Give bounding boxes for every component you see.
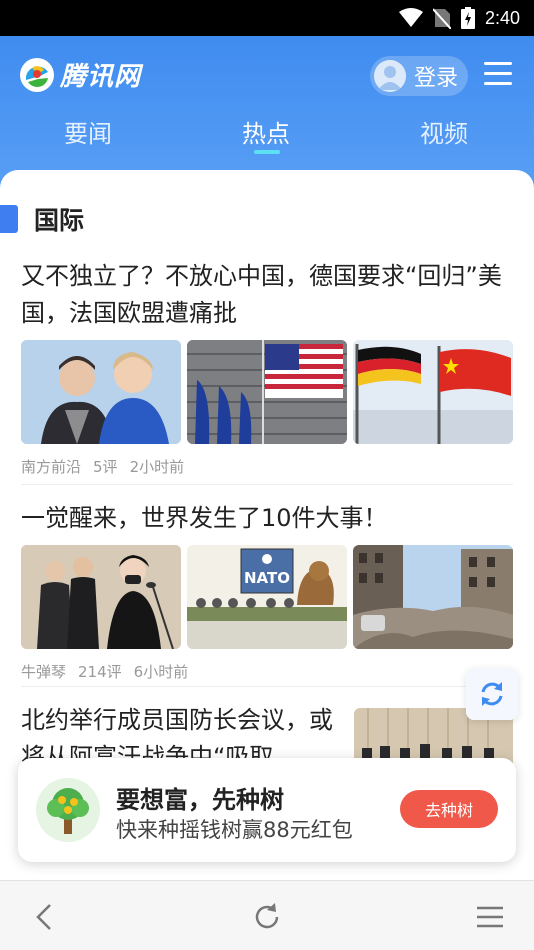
news-comments: 214评 <box>78 663 122 681</box>
news-title[interactable]: 又不独立了？不放心中国，德国要求“回归”美国，法国欧盟遭痛批 <box>21 258 513 332</box>
wifi-icon <box>398 8 423 27</box>
back-icon[interactable] <box>28 899 64 935</box>
divider <box>21 484 513 485</box>
section-title: 国际 <box>34 206 85 235</box>
refresh-icon <box>481 682 503 706</box>
news-thumbnails <box>21 340 513 444</box>
news-image-flags-de-cn <box>353 340 513 444</box>
feed-refresh-button[interactable] <box>466 668 518 720</box>
news-source: 南方前沿 <box>21 458 82 476</box>
reload-icon[interactable] <box>249 899 285 935</box>
bottom-nav-bar <box>0 880 534 950</box>
news-image-ceremony <box>21 545 181 649</box>
tencent-logo-icon <box>20 57 54 92</box>
tab-shipin[interactable]: 视频 <box>420 114 468 149</box>
user-avatar-icon <box>374 60 406 92</box>
news-time: 2小时前 <box>129 458 185 476</box>
nato-sign-text: NATO <box>244 569 290 587</box>
promo-banner[interactable]: 要想富，先种树 快来种摇钱树赢88元红包 去种树 <box>18 758 516 862</box>
news-image-flags-eu <box>187 340 347 444</box>
logo[interactable]: 腾讯网 <box>20 56 141 93</box>
news-time: 6小时前 <box>133 663 189 681</box>
news-meta: 南方前沿 5评 2小时前 <box>21 456 513 477</box>
logo-text: 腾讯网 <box>60 62 142 92</box>
news-image-ruins <box>353 545 513 649</box>
section-marker <box>0 205 18 233</box>
tab-redian[interactable]: 热点 <box>242 114 290 149</box>
divider <box>21 686 513 687</box>
status-icons: 2:40 <box>398 6 520 30</box>
tab-yaowen[interactable]: 要闻 <box>64 114 112 149</box>
no-sim-icon <box>432 8 451 29</box>
news-title[interactable]: 一觉醒来，世界发生了10件大事！ <box>21 500 513 537</box>
login-button[interactable]: 登录 <box>370 56 468 96</box>
money-tree-icon <box>36 778 100 842</box>
news-thumbnails: NATO <box>21 545 513 649</box>
active-tab-indicator <box>254 150 280 154</box>
menu-icon[interactable] <box>482 60 514 88</box>
browser-menu-icon[interactable] <box>472 899 508 935</box>
promo-title: 要想富，先种树 <box>116 786 284 814</box>
news-meta: 牛弹琴 214评 6小时前 <box>21 661 513 682</box>
battery-charging-icon <box>460 7 475 29</box>
news-source: 牛弹琴 <box>21 663 67 681</box>
section-header: 国际 <box>0 202 84 236</box>
login-label: 登录 <box>414 66 459 91</box>
news-image-nato-cartoon: NATO <box>187 545 347 649</box>
status-bar: 2:40 <box>0 0 534 36</box>
promo-subtitle: 快来种摇钱树赢88元红包 <box>116 818 353 842</box>
news-item[interactable]: 一觉醒来，世界发生了10件大事！ NATO 牛弹琴 214评 6小时前 <box>21 500 513 682</box>
news-image-merkel <box>21 340 181 444</box>
plant-tree-button[interactable]: 去种树 <box>400 790 498 828</box>
status-time: 2:40 <box>484 7 520 28</box>
news-item[interactable]: 又不独立了？不放心中国，德国要求“回归”美国，法国欧盟遭痛批 南方前沿 5评 2… <box>21 258 513 477</box>
news-comments: 5评 <box>93 458 118 476</box>
